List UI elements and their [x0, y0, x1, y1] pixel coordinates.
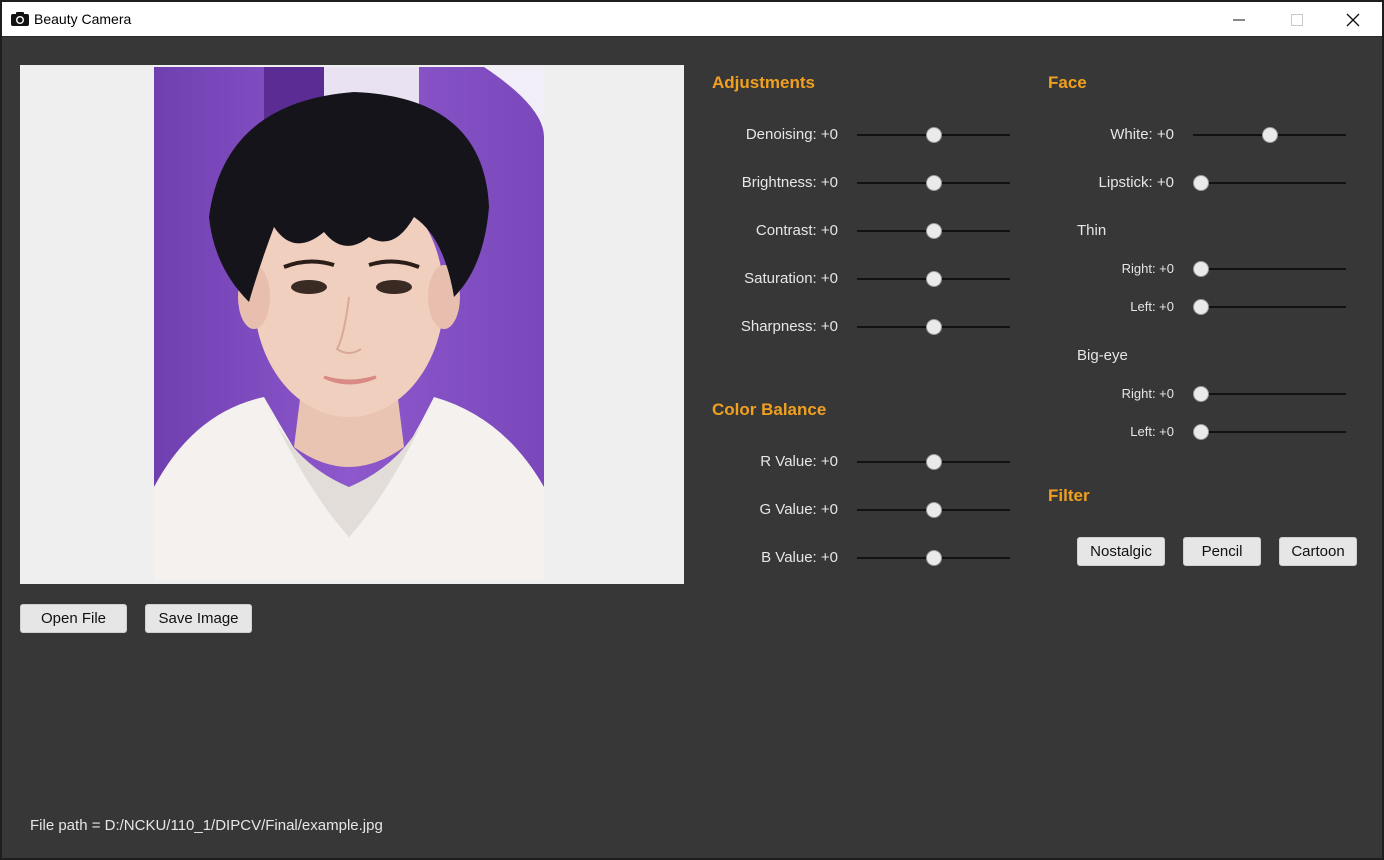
slider-handle[interactable] [925, 175, 942, 191]
slider-track[interactable] [857, 550, 1010, 566]
main-panel: Open File Save Image Adjustments Denoisi… [2, 37, 1382, 858]
maximize-button[interactable] [1274, 2, 1320, 37]
slider-track[interactable] [857, 271, 1010, 287]
slider-track[interactable] [857, 223, 1010, 239]
color-balance-title: Color Balance [712, 400, 827, 419]
slider-handle[interactable] [925, 454, 942, 470]
slider-track[interactable] [857, 127, 1010, 143]
slider-label: Lipstick: +0 [1098, 174, 1174, 191]
slider-track[interactable] [857, 454, 1010, 470]
slider-handle[interactable] [925, 319, 942, 335]
close-icon [1346, 13, 1360, 26]
slider-track[interactable] [1193, 424, 1346, 440]
nostalgic-filter-button[interactable]: Nostalgic [1077, 537, 1165, 566]
slider-handle[interactable] [1193, 175, 1209, 191]
slider-handle[interactable] [1261, 127, 1278, 143]
slider-label: Brightness: +0 [741, 174, 838, 191]
window-title: Beauty Camera [34, 11, 132, 27]
portrait-photo [154, 67, 544, 580]
slider-track[interactable] [857, 175, 1010, 191]
slider-track[interactable] [1193, 175, 1346, 191]
slider-label: Left: +0 [1130, 424, 1174, 439]
slider-label: B Value: +0 [761, 549, 838, 566]
slider-handle[interactable] [925, 271, 942, 287]
filter-title: Filter [1048, 486, 1090, 505]
slider-track[interactable] [1193, 386, 1346, 402]
open-file-button[interactable]: Open File [20, 604, 127, 633]
minimize-icon [1233, 19, 1245, 20]
slider-label: Left: +0 [1130, 299, 1174, 314]
slider-label: Saturation: +0 [744, 270, 838, 287]
slider-track[interactable] [857, 502, 1010, 518]
slider-handle[interactable] [1193, 386, 1209, 402]
slider-label: Right: +0 [1121, 261, 1174, 276]
face-title: Face [1048, 73, 1087, 92]
camera-icon [11, 12, 29, 26]
slider-label: Right: +0 [1121, 386, 1174, 401]
big-eye-title: Big-eye [1077, 347, 1128, 364]
file-path-label: File path = D:/NCKU/110_1/DIPCV/Final/ex… [30, 817, 383, 834]
slider-handle[interactable] [925, 127, 942, 143]
adjustments-title: Adjustments [712, 73, 815, 92]
slider-handle[interactable] [1193, 424, 1209, 440]
slider-track[interactable] [1193, 299, 1346, 315]
slider-label: R Value: +0 [760, 453, 838, 470]
pencil-filter-button[interactable]: Pencil [1183, 537, 1261, 566]
save-image-button[interactable]: Save Image [145, 604, 252, 633]
slider-handle[interactable] [925, 223, 942, 239]
slider-track[interactable] [857, 319, 1010, 335]
image-preview [20, 65, 684, 584]
slider-label: White: +0 [1110, 126, 1174, 143]
title-bar[interactable]: Beauty Camera [2, 2, 1382, 37]
slider-label: Sharpness: +0 [740, 318, 838, 335]
maximize-icon [1291, 13, 1303, 26]
slider-label: Contrast: +0 [755, 222, 838, 239]
slider-track[interactable] [1193, 261, 1346, 277]
slider-label: Denoising: +0 [745, 126, 838, 143]
close-button[interactable] [1330, 2, 1376, 37]
slider-handle[interactable] [1193, 261, 1209, 277]
app-window: Beauty Camera Open File Save Image Adjus… [0, 0, 1384, 860]
slider-label: G Value: +0 [759, 501, 838, 518]
cartoon-filter-button[interactable]: Cartoon [1279, 537, 1357, 566]
slider-handle[interactable] [925, 550, 942, 566]
slider-track[interactable] [1193, 127, 1346, 143]
minimize-button[interactable] [1216, 2, 1262, 37]
slider-handle[interactable] [925, 502, 942, 518]
slider-handle[interactable] [1193, 299, 1209, 315]
thin-title: Thin [1077, 222, 1107, 239]
